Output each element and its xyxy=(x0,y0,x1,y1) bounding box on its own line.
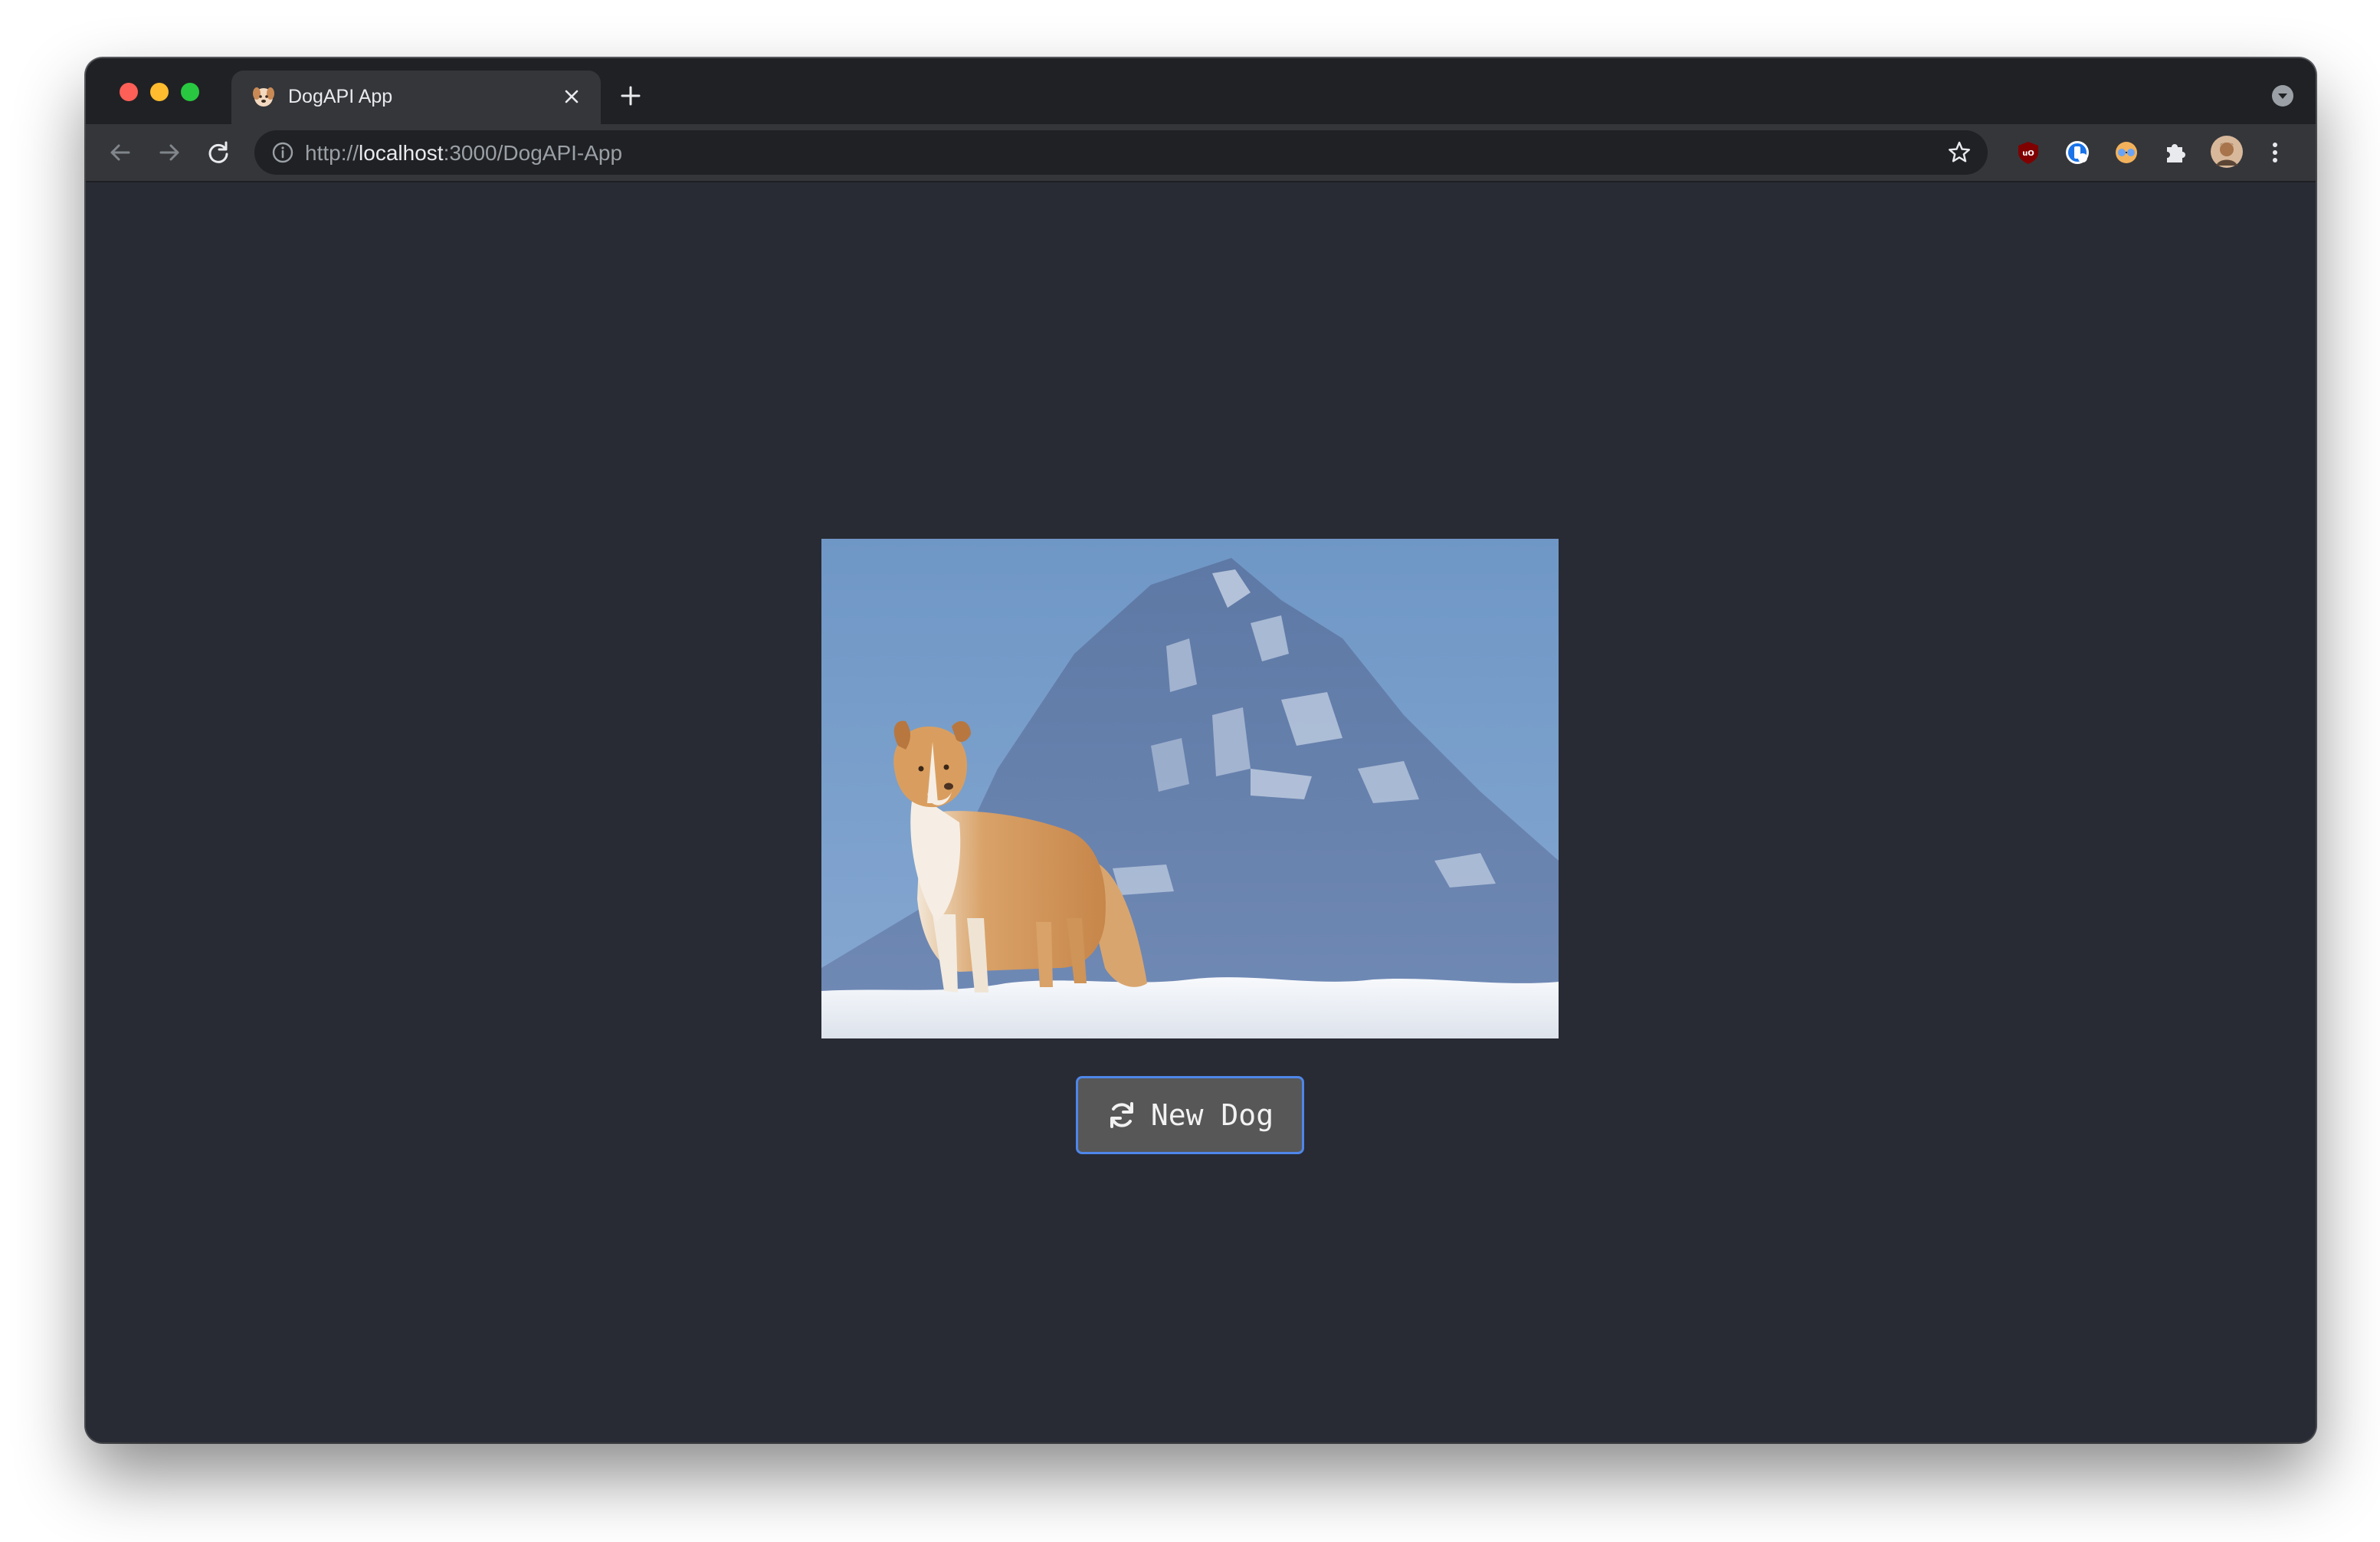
page-viewport: New Dog xyxy=(86,182,2316,1442)
refresh-icon xyxy=(1110,1102,1133,1128)
star-icon[interactable] xyxy=(1946,139,1972,166)
dog-favicon-icon xyxy=(253,87,274,107)
browser-tab[interactable]: DogAPI App xyxy=(231,71,601,124)
close-window-button[interactable] xyxy=(120,83,138,101)
tab-title: DogAPI App xyxy=(288,86,393,107)
arrow-left-icon[interactable] xyxy=(106,138,135,167)
arrow-right-icon[interactable] xyxy=(155,138,184,167)
chevron-down-icon[interactable] xyxy=(2271,84,2294,107)
minimize-window-button[interactable] xyxy=(150,83,169,101)
reload-icon[interactable] xyxy=(204,138,233,167)
tab-strip: DogAPI App xyxy=(86,58,2316,124)
plus-icon[interactable] xyxy=(616,81,645,110)
avatar[interactable] xyxy=(2210,135,2244,169)
kebab-menu-icon[interactable] xyxy=(2260,138,2290,167)
svg-text:uO: uO xyxy=(2022,149,2034,158)
maximize-window-button[interactable] xyxy=(181,83,199,101)
extension-icon[interactable] xyxy=(2112,138,2141,167)
password-manager-extension-icon[interactable] xyxy=(2063,138,2092,167)
browser-toolbar: http://localhost:3000/DogAPI-App uO xyxy=(86,124,2316,182)
new-dog-button-label: New Dog xyxy=(1150,1098,1274,1132)
url-host: localhost xyxy=(359,141,444,165)
address-bar[interactable]: http://localhost:3000/DogAPI-App xyxy=(254,130,1988,175)
browser-window: DogAPI App http://localhost:3000/DogAPI-… xyxy=(86,58,2316,1442)
close-icon[interactable] xyxy=(558,83,585,110)
info-icon[interactable] xyxy=(271,141,294,164)
url-path: :3000/DogAPI-App xyxy=(443,141,623,165)
puzzle-icon[interactable] xyxy=(2161,138,2190,167)
ublock-extension-icon[interactable]: uO xyxy=(2014,138,2043,167)
new-dog-button[interactable]: New Dog xyxy=(1076,1076,1304,1154)
url-text[interactable]: http://localhost:3000/DogAPI-App xyxy=(305,141,622,166)
url-scheme: http:// xyxy=(305,141,359,165)
dog-photo xyxy=(821,539,1559,1038)
